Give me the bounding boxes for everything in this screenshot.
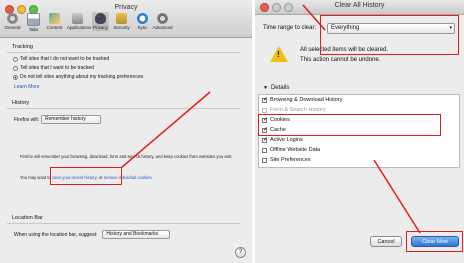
- checkbox-disabled: [262, 107, 267, 113]
- disclosure-triangle-icon: ▼: [263, 85, 268, 91]
- warning-icon: !: [270, 46, 288, 62]
- preferences-toolbar: Privacy General Tabs Content Application…: [0, 0, 252, 38]
- divider: [7, 108, 240, 109]
- radio-button-selected[interactable]: [13, 74, 18, 80]
- cancel-button[interactable]: Cancel: [370, 236, 402, 247]
- firefox-will-row: Firefox will: Remember history: [14, 115, 102, 124]
- toolbar-sync[interactable]: Sync: [134, 13, 151, 30]
- item-offline-website-data[interactable]: Offline Website Data: [262, 147, 320, 153]
- tabs-icon: [27, 13, 40, 26]
- checkbox-checked[interactable]: [262, 136, 268, 143]
- dialog-title: Clear All History: [334, 2, 385, 9]
- window-title: Privacy: [114, 4, 138, 11]
- content-icon: [49, 13, 60, 24]
- toolbar-privacy[interactable]: Privacy: [92, 12, 109, 31]
- history-mode-select[interactable]: Remember history: [41, 115, 102, 124]
- item-form-search-history: Form & Search History: [262, 107, 326, 113]
- checkbox[interactable]: [262, 157, 267, 163]
- firefox-will-label: Firefox will:: [14, 116, 40, 123]
- learn-more-link[interactable]: Learn More: [14, 84, 40, 90]
- divider: [7, 52, 240, 53]
- checkbox-checked[interactable]: [262, 96, 268, 103]
- applications-icon: [72, 13, 83, 24]
- help-button[interactable]: ?: [235, 247, 246, 258]
- tracking-option-no-preference[interactable]: Do not tell sites anything about my trac…: [13, 74, 143, 80]
- privacy-window: Privacy General Tabs Content Application…: [0, 0, 252, 263]
- suggest-label: When using the location bar, suggest:: [14, 231, 98, 238]
- tracking-option-do-not-track[interactable]: Tell sites that I do not want to be trac…: [13, 56, 109, 62]
- time-range-label: Time range to clear:: [263, 25, 317, 31]
- toolbar-general[interactable]: General: [4, 13, 21, 30]
- item-active-logins[interactable]: Active Logins: [262, 136, 303, 143]
- toolbar-advanced[interactable]: Advanced: [152, 13, 173, 30]
- toolbar-tabs[interactable]: Tabs: [25, 13, 42, 32]
- gear-icon: [157, 13, 168, 24]
- toolbar-security[interactable]: Security: [113, 13, 130, 30]
- annotation-box-time-range: [320, 15, 459, 55]
- history-heading: History: [12, 100, 30, 106]
- annotation-box-clear-now: [406, 231, 463, 252]
- dialog-titlebar: Clear All History: [255, 0, 464, 15]
- toolbar-applications[interactable]: Applications: [67, 13, 91, 30]
- sync-icon: [137, 13, 148, 24]
- details-toggle[interactable]: ▼ Details: [263, 85, 289, 91]
- tracking-option-track[interactable]: Tell sites that I want to be tracked: [13, 65, 94, 71]
- divider: [7, 223, 240, 224]
- warning-text-line2: This action cannot be undone.: [300, 57, 381, 63]
- privacy-mask-icon: [95, 13, 106, 24]
- toolbar-content[interactable]: Content: [46, 13, 63, 30]
- checkbox[interactable]: [262, 147, 267, 153]
- radio-button[interactable]: [13, 65, 18, 71]
- tracking-heading: Tracking: [12, 44, 33, 50]
- lock-icon: [116, 13, 127, 24]
- radio-button[interactable]: [13, 56, 18, 62]
- item-site-preferences[interactable]: Site Preferences: [262, 157, 311, 163]
- location-bar-heading: Location Bar: [12, 215, 43, 221]
- gear-icon: [7, 13, 18, 24]
- item-browsing-download-history[interactable]: Browsing & Download History: [262, 96, 342, 103]
- suggest-select[interactable]: History and Bookmarks: [102, 230, 171, 239]
- annotation-box-clear-history-link: [50, 167, 122, 185]
- history-description: Firefox will remember your browsing, dow…: [20, 154, 233, 159]
- annotation-box-cookies-cache: [258, 114, 441, 136]
- location-bar-suggest-row: When using the location bar, suggest: Hi…: [14, 230, 171, 239]
